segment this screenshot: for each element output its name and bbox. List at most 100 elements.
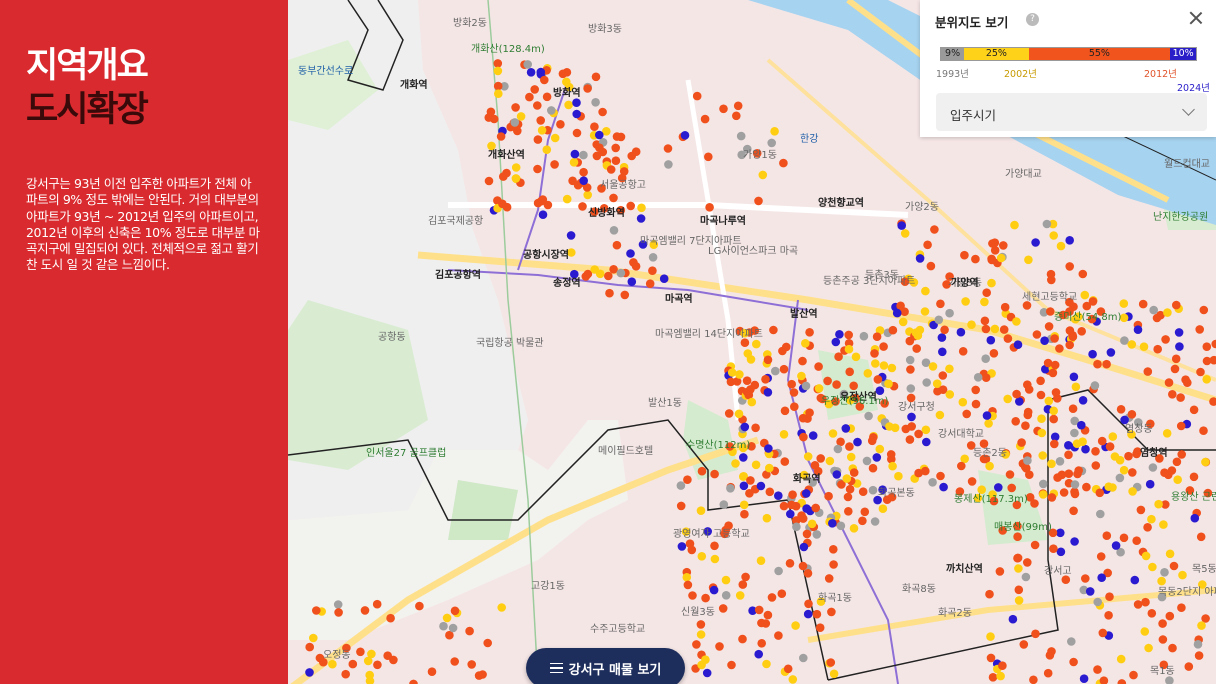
apartment-dot[interactable]	[1169, 561, 1179, 571]
apartment-dot[interactable]	[1013, 532, 1022, 541]
apartment-dot[interactable]	[467, 660, 476, 669]
apartment-dot[interactable]	[360, 606, 370, 615]
apartment-dot[interactable]	[1085, 587, 1095, 596]
apartment-dot[interactable]	[680, 131, 690, 140]
apartment-dot[interactable]	[648, 266, 657, 276]
apartment-dot[interactable]	[1049, 544, 1058, 553]
apartment-dot[interactable]	[1023, 380, 1032, 390]
apartment-dot[interactable]	[1127, 410, 1137, 419]
apartment-dot[interactable]	[767, 593, 777, 602]
apartment-dot[interactable]	[663, 144, 673, 153]
apartment-dot[interactable]	[1059, 488, 1069, 497]
apartment-dot[interactable]	[1049, 406, 1058, 416]
apartment-dot[interactable]	[1074, 466, 1083, 475]
apartment-dot[interactable]	[961, 297, 970, 306]
apartment-dot[interactable]	[780, 457, 790, 466]
apartment-dot[interactable]	[888, 461, 897, 471]
apartment-dot[interactable]	[719, 104, 728, 114]
apartment-dot[interactable]	[727, 660, 736, 670]
apartment-dot[interactable]	[842, 474, 852, 483]
apartment-dot[interactable]	[860, 507, 870, 517]
apartment-dot[interactable]	[1196, 532, 1206, 542]
apartment-dot[interactable]	[936, 299, 945, 309]
apartment-dot[interactable]	[888, 325, 898, 335]
apartment-dot[interactable]	[1148, 463, 1158, 472]
apartment-dot[interactable]	[1038, 451, 1047, 460]
apartment-dot[interactable]	[1047, 459, 1056, 469]
apartment-dot[interactable]	[616, 268, 626, 278]
apartment-dot[interactable]	[802, 529, 812, 539]
apartment-dot[interactable]	[799, 432, 808, 442]
apartment-dot[interactable]	[611, 156, 621, 165]
apartment-dot[interactable]	[1140, 627, 1150, 636]
apartment-dot[interactable]	[1097, 436, 1107, 446]
apartment-dot[interactable]	[1132, 536, 1141, 545]
apartment-dot[interactable]	[762, 659, 771, 669]
apartment-dot[interactable]	[985, 461, 994, 471]
apartment-dot[interactable]	[1181, 375, 1190, 385]
apartment-dot[interactable]	[870, 517, 880, 526]
apartment-dot[interactable]	[853, 437, 862, 447]
apartment-dot[interactable]	[1108, 432, 1118, 441]
apartment-dot[interactable]	[1193, 640, 1203, 649]
apartment-dot[interactable]	[1082, 482, 1091, 492]
apartment-dot[interactable]	[765, 487, 775, 497]
apartment-dot[interactable]	[562, 194, 572, 204]
apartment-dot[interactable]	[1116, 654, 1126, 664]
apartment-dot[interactable]	[1043, 668, 1053, 678]
apartment-dot[interactable]	[763, 610, 773, 620]
apartment-dot[interactable]	[771, 366, 780, 376]
apartment-dot[interactable]	[721, 575, 731, 585]
apartment-dot[interactable]	[1065, 236, 1074, 245]
apartment-dot[interactable]	[1174, 328, 1184, 337]
apartment-dot[interactable]	[973, 373, 983, 382]
apartment-dot[interactable]	[1019, 640, 1029, 649]
apartment-dot[interactable]	[1153, 344, 1162, 354]
apartment-dot[interactable]	[956, 327, 966, 337]
apartment-dot[interactable]	[921, 286, 930, 296]
apartment-dot[interactable]	[1160, 568, 1169, 577]
apartment-dot[interactable]	[829, 560, 838, 569]
apartment-dot[interactable]	[849, 524, 859, 533]
apartment-dot[interactable]	[1077, 420, 1086, 430]
apartment-dot[interactable]	[1128, 487, 1137, 496]
apartment-dot[interactable]	[939, 482, 948, 492]
apartment-dot[interactable]	[971, 385, 980, 395]
apartment-dot[interactable]	[1095, 488, 1105, 498]
apartment-dot[interactable]	[648, 252, 658, 262]
apartment-dot[interactable]	[483, 638, 492, 648]
apartment-dot[interactable]	[1072, 439, 1082, 449]
apartment-dot[interactable]	[774, 491, 783, 501]
apartment-dot[interactable]	[957, 461, 966, 471]
apartment-dot[interactable]	[988, 673, 998, 682]
apartment-dot[interactable]	[761, 375, 770, 384]
apartment-dot[interactable]	[1104, 482, 1113, 492]
apartment-dot[interactable]	[762, 513, 772, 523]
help-icon[interactable]: ?	[1026, 13, 1039, 26]
apartment-dot[interactable]	[709, 585, 719, 595]
apartment-dot[interactable]	[1039, 479, 1048, 489]
apartment-dot[interactable]	[1042, 219, 1052, 229]
apartment-dot[interactable]	[721, 591, 731, 600]
apartment-dot[interactable]	[1184, 662, 1194, 671]
apartment-dot[interactable]	[937, 333, 947, 342]
apartment-dot[interactable]	[922, 378, 931, 387]
apartment-dot[interactable]	[493, 81, 503, 91]
apartment-dot[interactable]	[1015, 397, 1024, 406]
apartment-dot[interactable]	[1044, 322, 1054, 331]
apartment-dot[interactable]	[967, 320, 976, 330]
apartment-dot[interactable]	[533, 198, 543, 208]
apartment-dot[interactable]	[726, 377, 736, 387]
apartment-dot[interactable]	[1068, 404, 1078, 414]
apartment-dot[interactable]	[849, 468, 859, 477]
apartment-dot[interactable]	[938, 347, 947, 357]
apartment-dot[interactable]	[741, 572, 750, 582]
apartment-dot[interactable]	[743, 349, 753, 358]
apartment-dot[interactable]	[478, 670, 487, 679]
apartment-dot[interactable]	[763, 388, 773, 397]
apartment-dot[interactable]	[636, 214, 646, 223]
apartment-dot[interactable]	[1080, 290, 1090, 300]
apartment-dot[interactable]	[845, 484, 855, 494]
apartment-dot[interactable]	[489, 114, 499, 124]
apartment-dot[interactable]	[1014, 596, 1024, 605]
